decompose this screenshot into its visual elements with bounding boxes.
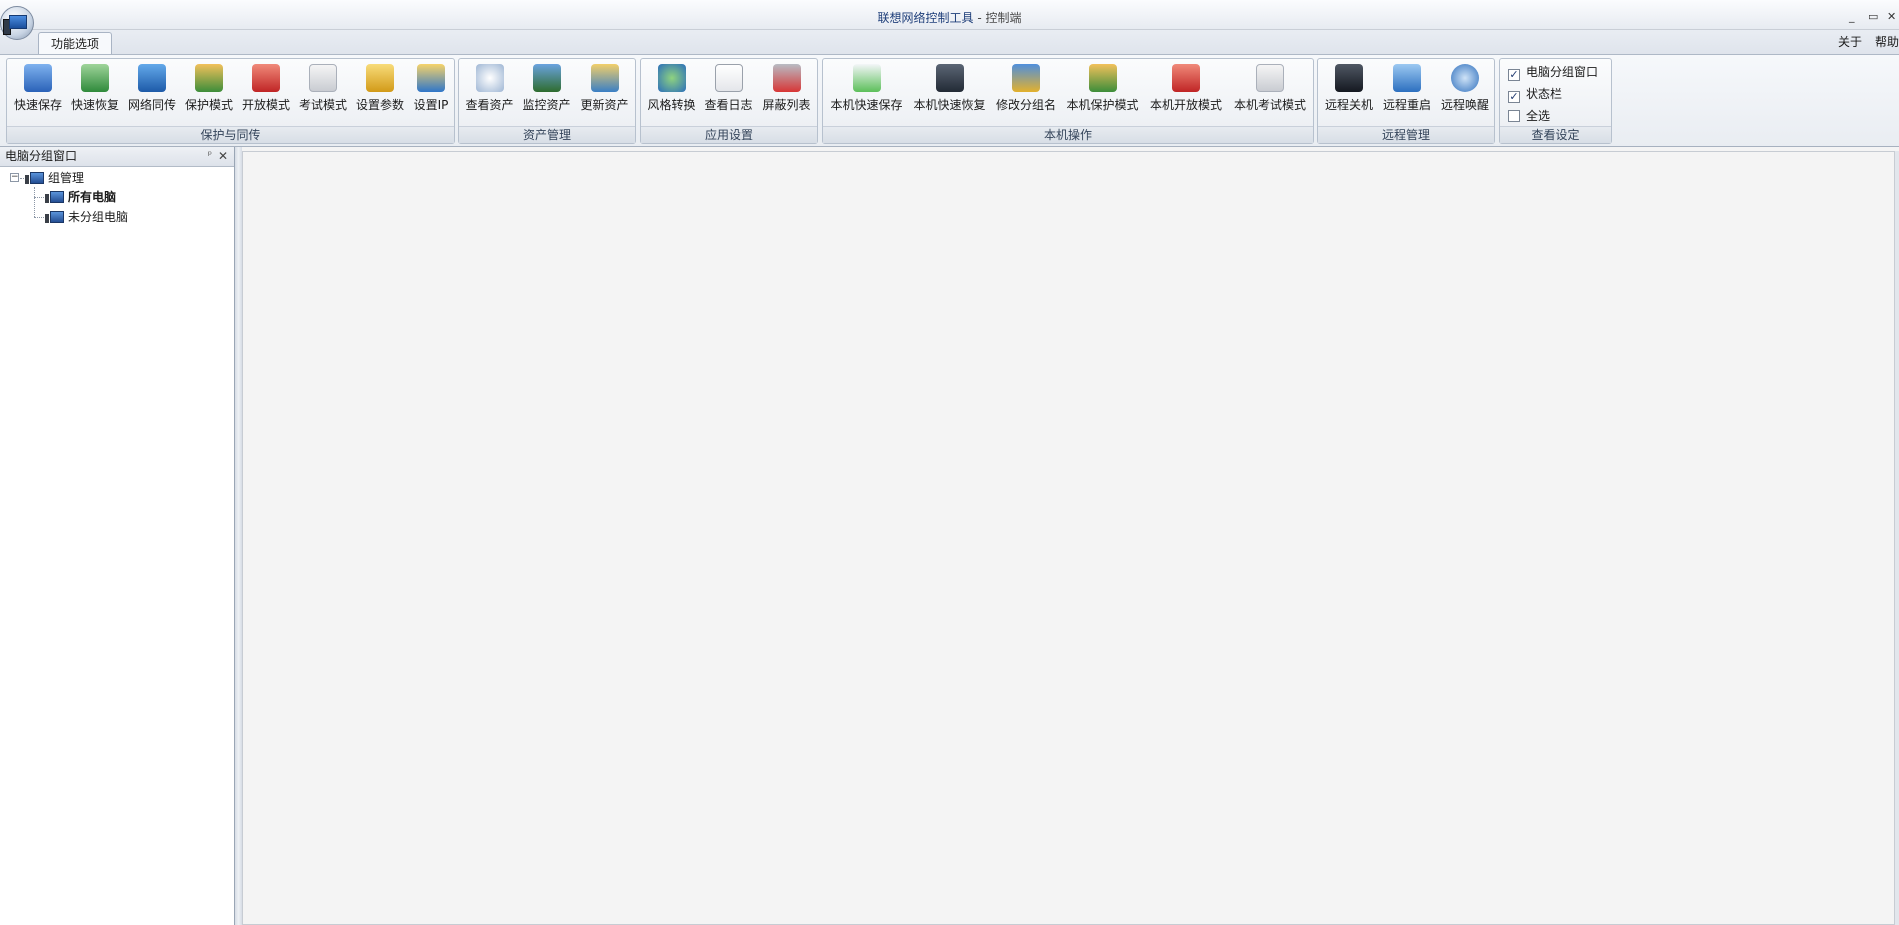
checkbox-check-icon: ✓ [1508, 68, 1520, 81]
update-assets-button[interactable]: 更新资产 [576, 61, 633, 123]
remote-restart-button[interactable]: 远程重启 [1379, 61, 1435, 123]
minimize-button[interactable]: _ [1849, 10, 1855, 23]
ribbon-group-view-settings: ✓ 电脑分组窗口 ✓ 状态栏 全选 查看设定 [1499, 58, 1612, 144]
shield-icon [195, 64, 223, 92]
panel-splitter[interactable] [235, 147, 242, 925]
panel-title: 电脑分组窗口 [5, 149, 78, 163]
disk-arrow-icon [852, 64, 881, 92]
tree-collapse-icon[interactable]: − [10, 173, 19, 182]
tree-connector [34, 217, 44, 218]
remote-shutdown-button[interactable]: 远程关机 [1321, 61, 1377, 123]
open-mode-button[interactable]: 开放模式 [239, 61, 293, 123]
wake-gear-icon [1451, 64, 1479, 92]
window-title: 联想网络控制工具 - 控制端 [0, 9, 1899, 26]
rename-group-button[interactable]: 修改分组名 [992, 61, 1060, 123]
close-button[interactable]: ✕ [1887, 10, 1896, 23]
monitor-off-icon [1335, 64, 1363, 92]
group-label-local-operations: 本机操作 [823, 126, 1313, 143]
checkbox-check-icon: ✓ [1508, 90, 1520, 103]
edit-group-icon [1012, 64, 1040, 92]
checkbox-empty-icon [1508, 110, 1520, 122]
history-clock-icon [935, 64, 964, 92]
computer-icon [45, 191, 64, 203]
local-protect-mode-button[interactable]: 本机保护模式 [1062, 61, 1143, 123]
ribbon-group-app-settings: 风格转换 查看日志 屏蔽列表 应用设置 [640, 58, 818, 144]
tree-node-group-management[interactable]: 组管理 [25, 169, 84, 187]
ribbon-group-remote-management: 远程关机 远程重启 远程唤醒 远程管理 [1317, 58, 1495, 144]
monitor-icon [9, 15, 27, 29]
checkbox-select-all[interactable]: 全选 [1508, 107, 1550, 125]
tree-node-ungrouped-computers[interactable]: 未分组电脑 [45, 208, 128, 226]
block-list-button[interactable]: 屏蔽列表 [758, 61, 815, 123]
local-quick-save-button[interactable]: 本机快速保存 [826, 61, 907, 123]
local-quick-restore-button[interactable]: 本机快速恢复 [909, 61, 990, 123]
remote-wake-button[interactable]: 远程唤醒 [1437, 61, 1493, 123]
panel-close-icon[interactable]: ✕ [218, 147, 228, 165]
document-clock-icon [1256, 64, 1284, 92]
magnifier-icon [475, 64, 504, 92]
local-exam-mode-button[interactable]: 本机考试模式 [1229, 61, 1311, 123]
main-workspace[interactable] [242, 151, 1895, 925]
view-log-button[interactable]: 查看日志 [701, 61, 756, 123]
local-open-mode-button[interactable]: 本机开放模式 [1145, 61, 1227, 123]
computer-icon [45, 211, 64, 223]
title-bar: 联想网络控制工具 - 控制端 _ ▭ ✕ [0, 0, 1899, 40]
window-title-main: 联想网络控制工具 [877, 11, 974, 25]
network-computers-icon [138, 64, 166, 92]
globe-folder-icon [417, 64, 445, 92]
group-label-protection-sync: 保护与同传 [7, 126, 454, 143]
shield-icon [1088, 64, 1117, 92]
ribbon: 快速保存 快速恢复 网络同传 保护模式 开放模式 考试模式 设置参数 设置IP [0, 54, 1899, 147]
style-switch-button[interactable]: 风格转换 [644, 61, 699, 123]
tree-connector [34, 187, 35, 217]
monitor-assets-button[interactable]: 监控资产 [519, 61, 574, 123]
quick-save-button[interactable]: 快速保存 [11, 61, 65, 123]
monitor-restart-icon [1393, 64, 1421, 92]
tree-connector [34, 197, 44, 198]
maximize-button[interactable]: ▭ [1868, 10, 1878, 23]
ribbon-tab-row: 功能选项 关于 帮助 [0, 30, 1899, 54]
document-clock-icon [309, 64, 337, 92]
gear-icon [366, 64, 394, 92]
open-lock-icon [252, 64, 280, 92]
group-label-asset-management: 资产管理 [459, 126, 635, 143]
refresh-arrows-icon [657, 64, 686, 92]
scrollbar-edge[interactable] [1895, 151, 1899, 925]
protect-mode-button[interactable]: 保护模式 [182, 61, 236, 123]
disk-restore-icon [81, 64, 109, 92]
exam-mode-button[interactable]: 考试模式 [296, 61, 350, 123]
quick-restore-button[interactable]: 快速恢复 [68, 61, 122, 123]
group-label-view-settings: 查看设定 [1500, 126, 1611, 143]
tab-function-options[interactable]: 功能选项 [38, 32, 113, 54]
checkbox-status-bar[interactable]: ✓ 状态栏 [1508, 85, 1562, 103]
block-list-icon [772, 64, 801, 92]
view-assets-button[interactable]: 查看资产 [462, 61, 517, 123]
group-label-app-settings: 应用设置 [641, 126, 817, 143]
about-link[interactable]: 关于 [1838, 33, 1862, 51]
log-document-icon [714, 64, 743, 92]
tree-node-all-computers[interactable]: 所有电脑 [45, 188, 116, 206]
group-label-remote-management: 远程管理 [1318, 126, 1494, 143]
set-ip-button[interactable]: 设置IP [410, 61, 452, 123]
computer-group-icon [25, 172, 44, 184]
ribbon-group-local-operations: 本机快速保存 本机快速恢复 修改分组名 本机保护模式 本机开放模式 本机考试模式… [822, 58, 1314, 144]
panel-header: 电脑分组窗口 ᵖ ✕ [0, 147, 234, 167]
network-sync-button[interactable]: 网络同传 [125, 61, 179, 123]
computer-group-panel: 电脑分组窗口 ᵖ ✕ − 组管理 所有电脑 未分组电脑 [0, 147, 235, 925]
globe-update-icon [590, 64, 619, 92]
window-title-suffix: - 控制端 [973, 11, 1022, 25]
ribbon-group-asset-management: 查看资产 监控资产 更新资产 资产管理 [458, 58, 636, 144]
app-menu-orb-icon[interactable] [0, 6, 34, 40]
ribbon-group-protection-sync: 快速保存 快速恢复 网络同传 保护模式 开放模式 考试模式 设置参数 设置IP [6, 58, 455, 144]
globe-monitor-icon [532, 64, 561, 92]
help-link[interactable]: 帮助 [1875, 33, 1899, 51]
disk-save-icon [24, 64, 52, 92]
set-params-button[interactable]: 设置参数 [353, 61, 407, 123]
pin-icon[interactable]: ᵖ [208, 147, 212, 165]
checkbox-group-window[interactable]: ✓ 电脑分组窗口 [1508, 63, 1598, 81]
open-lock-icon [1172, 64, 1200, 92]
